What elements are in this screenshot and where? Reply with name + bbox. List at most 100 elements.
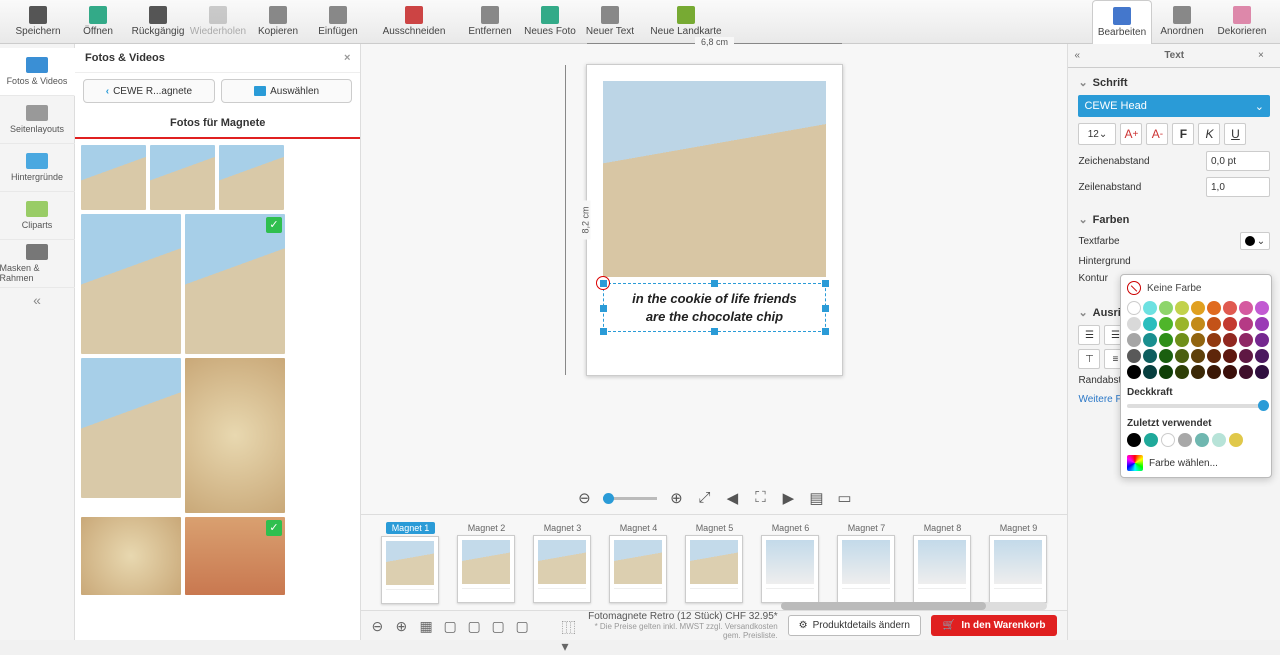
color-swatch[interactable]	[1255, 333, 1269, 347]
rail-backgrounds[interactable]: Hintergründe	[0, 144, 75, 192]
color-swatch[interactable]	[1239, 333, 1253, 347]
color-swatch[interactable]	[1223, 301, 1237, 315]
grid-footer-icon[interactable]: ▦	[419, 618, 435, 634]
color-swatch[interactable]	[1255, 349, 1269, 363]
fit-icon[interactable]: ⤢	[695, 489, 713, 507]
color-swatch[interactable]	[1223, 317, 1237, 331]
text-box[interactable]: ✕ in the cookie of life friendsare the c…	[603, 283, 826, 332]
no-color-button[interactable]: Keine Farbe	[1127, 281, 1265, 295]
align-icon[interactable]: ▤	[807, 489, 825, 507]
zoom-out-footer-icon[interactable]: ⊖	[371, 618, 387, 634]
color-swatch[interactable]	[1239, 301, 1253, 315]
color-swatch[interactable]	[1175, 301, 1189, 315]
color-swatch[interactable]	[1239, 349, 1253, 363]
color-swatch[interactable]	[1159, 333, 1173, 347]
thumbnail[interactable]	[81, 517, 181, 595]
color-swatch[interactable]	[1127, 333, 1141, 347]
next-icon[interactable]: ▶	[779, 489, 797, 507]
color-swatch[interactable]	[1175, 333, 1189, 347]
cut-button[interactable]: Ausschneiden	[368, 0, 460, 44]
font-decrease-icon[interactable]: A-	[1146, 123, 1168, 145]
font-size-select[interactable]: 12 ⌄	[1078, 123, 1116, 145]
layout-icon[interactable]: ⿲▾	[561, 618, 577, 634]
rail-cliparts[interactable]: Cliparts	[0, 192, 75, 240]
color-swatch[interactable]	[1175, 317, 1189, 331]
color-swatch[interactable]	[1223, 333, 1237, 347]
magnet-item[interactable]: Magnet 8	[913, 523, 971, 603]
thumbnail[interactable]	[185, 358, 285, 513]
color-swatch[interactable]	[1127, 365, 1141, 379]
color-swatch[interactable]	[1127, 349, 1141, 363]
edit-mode-button[interactable]: Bearbeiten	[1092, 0, 1152, 44]
color-swatch[interactable]	[1159, 317, 1173, 331]
recent-swatch[interactable]	[1195, 433, 1209, 447]
zoom-slider[interactable]	[603, 497, 657, 500]
color-swatch[interactable]	[1207, 333, 1221, 347]
color-swatch[interactable]	[1143, 333, 1157, 347]
zoom-in-footer-icon[interactable]: ⊕	[395, 618, 411, 634]
color-swatch[interactable]	[1159, 349, 1173, 363]
color-swatch[interactable]	[1223, 349, 1237, 363]
horizontal-scrollbar[interactable]	[781, 602, 1047, 610]
magnet-item[interactable]: Magnet 5	[685, 523, 743, 603]
color-swatch[interactable]	[1159, 365, 1173, 379]
rail-layouts[interactable]: Seitenlayouts	[0, 96, 75, 144]
underline-button[interactable]: U	[1224, 123, 1246, 145]
panel-close-icon[interactable]: ×	[1258, 50, 1274, 61]
zoom-out-icon[interactable]: ⊖	[575, 489, 593, 507]
view1-icon[interactable]: ▢	[443, 618, 459, 634]
color-swatch[interactable]	[1191, 365, 1205, 379]
color-swatch[interactable]	[1143, 365, 1157, 379]
color-swatch[interactable]	[1159, 301, 1173, 315]
photo-slot[interactable]	[603, 81, 826, 277]
color-swatch[interactable]	[1207, 349, 1221, 363]
color-swatch[interactable]	[1143, 349, 1157, 363]
color-swatch[interactable]	[1255, 301, 1269, 315]
color-swatch[interactable]	[1143, 317, 1157, 331]
color-swatch[interactable]	[1207, 317, 1221, 331]
delete-button[interactable]: Entfernen	[460, 0, 520, 44]
arrange-mode-button[interactable]: Anordnen	[1152, 0, 1212, 44]
rail-photos[interactable]: Fotos & Videos	[0, 48, 75, 96]
recent-swatch[interactable]	[1212, 433, 1226, 447]
close-icon[interactable]: ×	[344, 52, 350, 64]
thumbnail[interactable]	[219, 145, 284, 210]
color-swatch[interactable]	[1207, 301, 1221, 315]
recent-swatch[interactable]	[1178, 433, 1192, 447]
thumbnail[interactable]	[81, 358, 181, 498]
ruler-icon[interactable]: ▭	[835, 489, 853, 507]
color-swatch[interactable]	[1255, 365, 1269, 379]
color-swatch[interactable]	[1127, 317, 1141, 331]
font-section-heading[interactable]: Schrift	[1078, 76, 1270, 89]
magnet-preview[interactable]: 6,8 cm 8,2 cm ✕ in the cookie of life fr…	[586, 64, 843, 376]
new-photo-button[interactable]: Neues Foto	[520, 0, 580, 44]
thumbnail[interactable]	[81, 145, 146, 210]
product-details-button[interactable]: ⚙Produktdetails ändern	[788, 615, 921, 636]
view4-icon[interactable]: ▢	[515, 618, 531, 634]
color-swatch[interactable]	[1223, 365, 1237, 379]
open-button[interactable]: Öffnen	[68, 0, 128, 44]
font-family-select[interactable]: CEWE Head⌄	[1078, 95, 1270, 117]
recent-swatch[interactable]	[1127, 433, 1141, 447]
thumbnail[interactable]	[81, 214, 181, 354]
thumbnail[interactable]: ✓	[185, 517, 285, 595]
magnet-item[interactable]: Magnet 4	[609, 523, 667, 603]
colors-section-heading[interactable]: Farben	[1078, 213, 1270, 226]
magnet-item[interactable]: Magnet 2	[457, 523, 515, 603]
decorate-mode-button[interactable]: Dekorieren	[1212, 0, 1272, 44]
collapse-rail-icon[interactable]: «	[33, 292, 41, 308]
font-increase-icon[interactable]: A+	[1120, 123, 1142, 145]
color-swatch[interactable]	[1127, 301, 1141, 315]
thumbnail[interactable]	[150, 145, 215, 210]
opacity-slider[interactable]	[1127, 404, 1265, 408]
color-swatch[interactable]	[1207, 365, 1221, 379]
back-folder-button[interactable]: ‹CEWE R...agnete	[83, 79, 215, 103]
zoom-in-icon[interactable]: ⊕	[667, 489, 685, 507]
recent-swatch[interactable]	[1229, 433, 1243, 447]
align-left-button[interactable]: ☰	[1078, 325, 1100, 345]
paste-button[interactable]: Einfügen	[308, 0, 368, 44]
magnet-item[interactable]: Magnet 7	[837, 523, 895, 603]
view2-icon[interactable]: ▢	[467, 618, 483, 634]
color-swatch[interactable]	[1175, 365, 1189, 379]
magnet-item[interactable]: Magnet 9	[989, 523, 1047, 603]
